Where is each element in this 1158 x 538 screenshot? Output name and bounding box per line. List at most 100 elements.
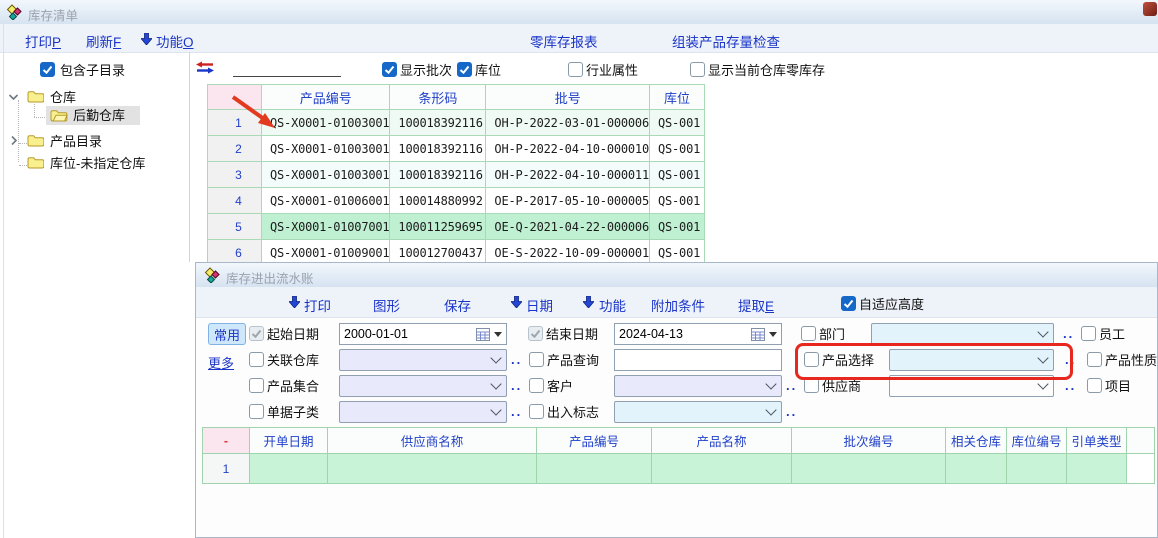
journal-table-row[interactable]: 1 [203, 454, 1155, 484]
table-row[interactable]: 4 QS-X0001-01006001 100014880992 OE-P-20… [208, 188, 705, 214]
show-location-checkbox[interactable] [457, 62, 472, 77]
table-row[interactable]: 1 QS-X0001-01003001 100018392116 OH-P-20… [208, 110, 705, 136]
column-header[interactable]: 产品编号 [262, 85, 390, 110]
start-date-checkbox[interactable] [249, 326, 264, 341]
table-row[interactable]: 3 QS-X0001-01003001 100018392116 OH-P-20… [208, 162, 705, 188]
customer-dropdown[interactable] [614, 375, 782, 397]
refresh-button[interactable]: 刷新F [86, 31, 121, 51]
auto-height-checkbox[interactable] [841, 296, 856, 311]
end-date-input[interactable]: 2024-04-13 [614, 323, 782, 345]
save-button[interactable]: 保存 [444, 295, 471, 315]
start-date-input[interactable]: 2000-01-01 [339, 323, 507, 345]
supplier-checkbox[interactable] [804, 378, 819, 393]
column-header[interactable]: 库位编号 [1007, 428, 1067, 454]
inout-flag-dropdown[interactable] [614, 401, 782, 423]
ellipsis-button[interactable]: .. [1065, 379, 1076, 392]
product-query-input[interactable] [614, 349, 782, 371]
product-set-dropdown[interactable] [339, 375, 507, 397]
column-header[interactable]: 引单类型 [1067, 428, 1127, 454]
product-set-checkbox[interactable] [249, 378, 264, 393]
show-zero-stock-label: 显示当前仓库零库存 [708, 63, 825, 78]
column-header[interactable]: 开单日期 [250, 428, 328, 454]
functions-button[interactable]: 功能O [156, 31, 194, 51]
journal-functions-button[interactable]: 功能 [599, 295, 626, 315]
product-select-checkbox[interactable] [804, 352, 819, 367]
product-select-dropdown[interactable] [889, 349, 1054, 371]
industry-attr-checkbox[interactable] [568, 62, 583, 77]
column-header[interactable]: 产品名称 [652, 428, 792, 454]
column-header[interactable]: 条形码 [390, 85, 486, 110]
department-checkbox[interactable] [801, 326, 816, 341]
column-header[interactable]: - [208, 85, 262, 110]
show-batch-checkbox[interactable] [382, 62, 397, 77]
doc-subtype-dropdown[interactable] [339, 401, 507, 423]
filter-input[interactable] [233, 58, 341, 77]
end-date-label: 结束日期 [546, 327, 598, 342]
ellipsis-button[interactable]: .. [786, 405, 797, 418]
extract-button[interactable]: 提取E [738, 295, 774, 315]
end-date-checkbox[interactable] [528, 326, 543, 341]
zero-stock-report-link[interactable]: 零库存报表 [530, 31, 598, 51]
tree-item-label: 后勤仓库 [73, 108, 125, 123]
column-header[interactable]: 批号 [486, 85, 650, 110]
column-header[interactable]: 供应商名称 [328, 428, 537, 454]
swap-columns-icon[interactable] [195, 61, 215, 74]
table-row-selected[interactable]: 5 QS-X0001-01007001 100011259695 OE-Q-20… [208, 214, 705, 240]
ellipsis-button[interactable]: .. [511, 405, 522, 418]
chevron-down-icon[interactable] [8, 92, 19, 102]
show-batch-label: 显示批次 [400, 63, 452, 78]
date-button[interactable]: 日期 [526, 295, 553, 315]
column-header[interactable]: 库位 [649, 85, 704, 110]
department-dropdown[interactable] [871, 323, 1054, 345]
supplier-dropdown[interactable] [889, 375, 1054, 397]
open-folder-icon [50, 109, 68, 122]
show-zero-stock-checkbox[interactable] [690, 62, 705, 77]
more-link[interactable]: 更多 [208, 353, 234, 372]
tree-item-label: 库位-未指定仓库 [50, 156, 145, 171]
doc-subtype-checkbox[interactable] [249, 404, 264, 419]
assembly-stock-check-link[interactable]: 组装产品存量检查 [672, 31, 780, 51]
customer-checkbox[interactable] [529, 378, 544, 393]
inout-flag-checkbox[interactable] [529, 404, 544, 419]
chevron-down-icon [490, 404, 501, 415]
column-header[interactable]: 产品编号 [537, 428, 652, 454]
chevron-right-icon[interactable] [9, 135, 19, 146]
tree-item-product-catalog[interactable]: 产品目录 [6, 132, 186, 150]
main-window-title: 库存清单 [28, 5, 78, 24]
panel-splitter[interactable] [189, 52, 190, 262]
employee-checkbox[interactable] [1081, 326, 1096, 341]
window-diamonds-icon [6, 4, 22, 20]
tree-item-location-unassigned[interactable]: 库位-未指定仓库 [6, 154, 186, 172]
table-row[interactable]: 2 QS-X0001-01003001 100018392116 OH-P-20… [208, 136, 705, 162]
project-checkbox[interactable] [1087, 378, 1102, 393]
corner-app-icon[interactable] [1143, 2, 1157, 16]
product-query-checkbox[interactable] [529, 352, 544, 367]
chevron-down-icon [490, 378, 501, 389]
empty-cell [652, 454, 792, 484]
tree-item-label: 仓库 [50, 90, 76, 105]
ellipsis-button[interactable]: .. [511, 379, 522, 392]
print-button[interactable]: 打印P [25, 31, 61, 51]
ellipsis-button[interactable]: .. [786, 379, 797, 392]
tree-item-logistics-warehouse[interactable]: 后勤仓库 [46, 106, 140, 125]
dropdown-arrow-icon [494, 332, 502, 337]
related-warehouse-dropdown[interactable] [339, 349, 507, 371]
extra-conditions-button[interactable]: 附加条件 [651, 295, 705, 315]
product-nature-checkbox[interactable] [1087, 352, 1102, 367]
department-label: 部门 [819, 327, 845, 342]
product-set-label: 产品集合 [267, 379, 319, 394]
tree-item-warehouse[interactable]: 仓库 [6, 88, 186, 106]
column-header[interactable]: 相关仓库 [946, 428, 1007, 454]
common-tab-button[interactable]: 常用 [208, 323, 246, 345]
include-subdirs-checkbox[interactable] [40, 62, 55, 77]
column-header[interactable]: - [203, 428, 250, 454]
chevron-down-icon [490, 352, 501, 363]
graph-button[interactable]: 图形 [373, 295, 400, 315]
down-arrow-icon [583, 296, 594, 308]
journal-print-button[interactable]: 打印 [304, 295, 331, 315]
ellipsis-button[interactable]: .. [1065, 353, 1076, 366]
column-header[interactable]: 批次编号 [792, 428, 946, 454]
ellipsis-button[interactable]: .. [511, 353, 522, 366]
related-warehouse-checkbox[interactable] [249, 352, 264, 367]
ellipsis-button[interactable]: .. [1063, 327, 1074, 340]
